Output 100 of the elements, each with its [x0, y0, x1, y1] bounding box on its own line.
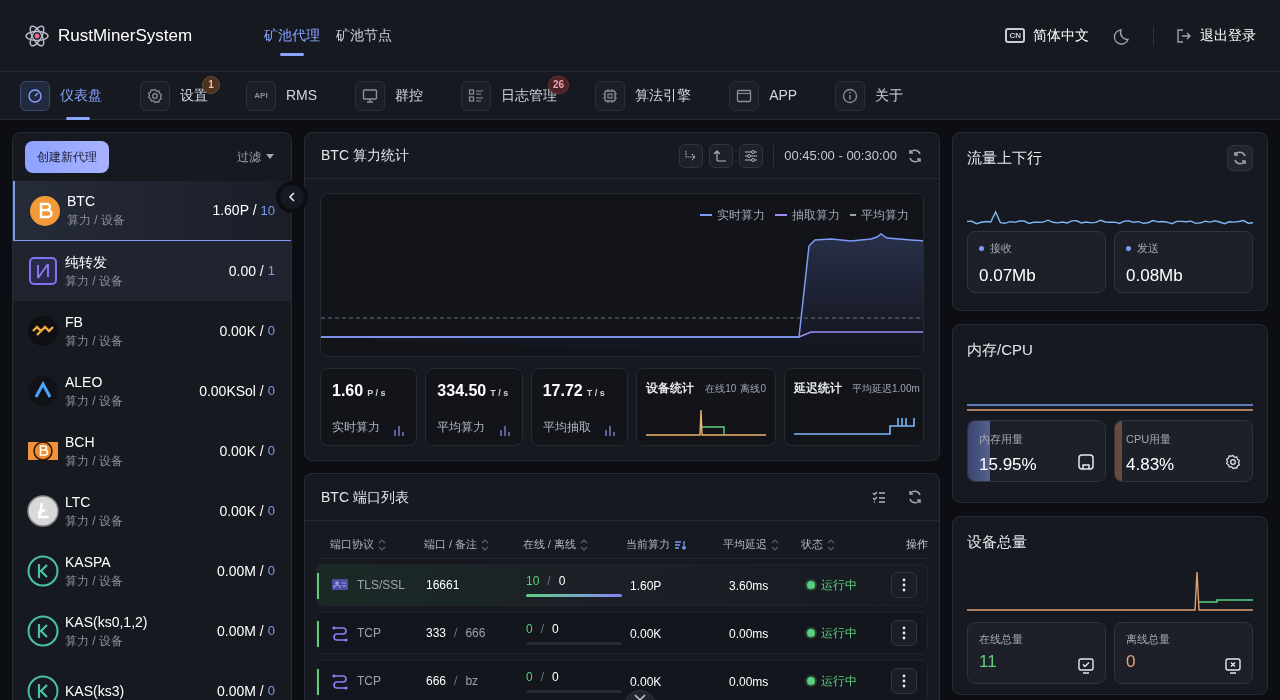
- chart-tool-button[interactable]: [679, 143, 704, 168]
- device-count: 0: [267, 502, 275, 521]
- bar-chart-icon: [393, 424, 406, 436]
- more-button[interactable]: [891, 668, 917, 694]
- sort-icon[interactable]: [481, 538, 490, 551]
- table-row[interactable]: TCP 666 / bz 0 / 0 0.00K 0.00ms 运行中: [316, 660, 928, 700]
- list-icon: [467, 86, 486, 105]
- top-tab[interactable]: 矿池代理: [264, 13, 321, 58]
- storage-icon: [1077, 452, 1095, 471]
- stat-label: 实时算力: [332, 419, 380, 436]
- route-icon: [331, 624, 349, 642]
- coin-list-item[interactable]: LTC 算力 / 设备 0.00K / 0: [13, 481, 291, 541]
- column-header[interactable]: 端口协议: [330, 536, 374, 553]
- table-cell-text: 333: [426, 625, 447, 642]
- logout-button[interactable]: 退出登录: [1174, 25, 1256, 46]
- table-cell: 1.60P: [630, 579, 662, 593]
- info-icon: [841, 86, 860, 105]
- column-header[interactable]: 平均延迟: [723, 536, 768, 553]
- chart-tool-button[interactable]: [709, 143, 734, 168]
- more-button[interactable]: [891, 572, 917, 598]
- nav-tab[interactable]: 关于: [835, 71, 904, 120]
- stat-value: 17.72: [542, 381, 583, 401]
- stat-unit: T / s: [586, 387, 605, 400]
- chart-tool-button[interactable]: [739, 143, 764, 168]
- coin-list-item[interactable]: BCH 算力 / 设备 0.00K / 0: [13, 421, 291, 481]
- gauge-icon: [26, 86, 44, 105]
- monitor-x-icon: [1224, 656, 1242, 675]
- nav-tab[interactable]: API RMS: [246, 71, 318, 120]
- stat-label: 平均抽取: [542, 419, 591, 436]
- filter-dropdown[interactable]: 过滤: [237, 148, 275, 166]
- separator-text: /: [540, 669, 545, 685]
- refresh-icon[interactable]: [907, 489, 923, 505]
- status-label: 运行中: [821, 625, 857, 642]
- more-button[interactable]: [891, 620, 917, 646]
- coin-list-item[interactable]: 纯转发 算力 / 设备 0.00 / 1: [13, 241, 291, 301]
- coin-list-item[interactable]: BTC 算力 / 设备 1.60P / 10: [13, 181, 291, 241]
- coin-name: KAS(ks0,1,2): [65, 612, 148, 632]
- online-count: 10: [526, 573, 540, 589]
- nav-tab[interactable]: APP: [729, 71, 798, 120]
- device-count: 0: [267, 682, 275, 700]
- coin-list-item[interactable]: ALEO 算力 / 设备 0.00KSol / 0: [13, 361, 291, 421]
- offline-count: 0: [552, 621, 559, 637]
- create-proxy-button[interactable]: 创建新代理: [25, 141, 109, 173]
- coin-caption: 算力 / 设备: [65, 272, 123, 290]
- coin-list-item[interactable]: KAS(ks0,1,2) 算力 / 设备 0.00M / 0: [13, 601, 291, 661]
- table-cell-text: 16661: [426, 577, 460, 594]
- nav-tab[interactable]: 算法引擎: [595, 71, 692, 120]
- legend-label: 抽取算力: [792, 207, 840, 224]
- table-cell-text: 666: [426, 673, 447, 690]
- stat-label: 平均算力: [437, 419, 486, 436]
- separator-text: /: [454, 673, 458, 690]
- sort-icon[interactable]: [826, 538, 835, 551]
- coin-hashrate: 0.00K /: [219, 321, 264, 341]
- coin-list-item[interactable]: KAS(ks3) 0.00M / 0: [13, 661, 291, 700]
- checklist-icon[interactable]: [871, 489, 887, 505]
- card-title: BTC 端口列表: [321, 487, 409, 507]
- sort-icon[interactable]: [378, 538, 386, 551]
- sort-desc-icon[interactable]: [673, 538, 686, 551]
- bar-chart-icon: [604, 424, 616, 436]
- metric-value: 0: [1126, 651, 1136, 673]
- table-cell: 0.00ms: [729, 675, 769, 689]
- metric-label: 离线总量: [1126, 631, 1170, 647]
- coin-caption: 算力 / 设备: [65, 512, 123, 530]
- refresh-icon: [1232, 150, 1248, 166]
- latency-summary: 平均延迟1.00m: [852, 381, 920, 396]
- metric-label: 在线总量: [979, 631, 1023, 647]
- coin-name: 纯转发: [65, 252, 108, 272]
- atom-logo-icon: [24, 22, 50, 49]
- column-header[interactable]: 状态: [800, 536, 823, 553]
- refresh-button[interactable]: [1227, 145, 1253, 171]
- sort-icon[interactable]: [771, 538, 780, 551]
- logout-icon: [1174, 26, 1192, 45]
- language-button[interactable]: CN 简体中文: [1005, 25, 1089, 46]
- nav-tab[interactable]: 群控: [355, 71, 424, 120]
- card-title: 内存/CPU: [967, 340, 1034, 360]
- card-title: BTC 算力统计: [321, 146, 409, 165]
- stat-unit: T / s: [490, 387, 509, 400]
- column-header[interactable]: 当前算力: [625, 536, 670, 553]
- cpu-gear-icon: [1224, 452, 1242, 471]
- device-count: 0: [267, 442, 275, 461]
- column-header[interactable]: 在线 / 离线: [522, 536, 576, 553]
- table-cell-text: 666: [465, 625, 486, 642]
- sort-icon[interactable]: [579, 538, 588, 551]
- coin-hashrate: 0.00K /: [219, 441, 264, 461]
- status-label: 运行中: [821, 577, 857, 594]
- metric-label: 内存用量: [979, 431, 1023, 447]
- chevron-down-icon: [634, 694, 646, 700]
- refresh-icon[interactable]: [907, 147, 923, 164]
- column-header[interactable]: 端口 / 备注: [423, 536, 478, 553]
- coin-caption: 算力 / 设备: [65, 572, 123, 590]
- nav-tab[interactable]: 仪表盘: [20, 71, 102, 120]
- top-tab[interactable]: 矿池节点: [336, 13, 393, 58]
- table-cell-text: bz: [465, 673, 479, 690]
- separator-text: /: [454, 625, 458, 642]
- offline-count: 离线0: [740, 381, 766, 396]
- coin-list-item[interactable]: KASPA 算力 / 设备 0.00M / 0: [13, 541, 291, 601]
- table-row[interactable]: TLS/SSL 16661 10 / 0 1.60P 3.60ms 运行中: [316, 564, 928, 606]
- coin-list-item[interactable]: FB 算力 / 设备 0.00K / 0: [13, 301, 291, 361]
- table-row[interactable]: TCP 333 / 666 0 / 0 0.00K 0.00ms 运行中: [316, 612, 928, 654]
- more-icon: [902, 674, 906, 688]
